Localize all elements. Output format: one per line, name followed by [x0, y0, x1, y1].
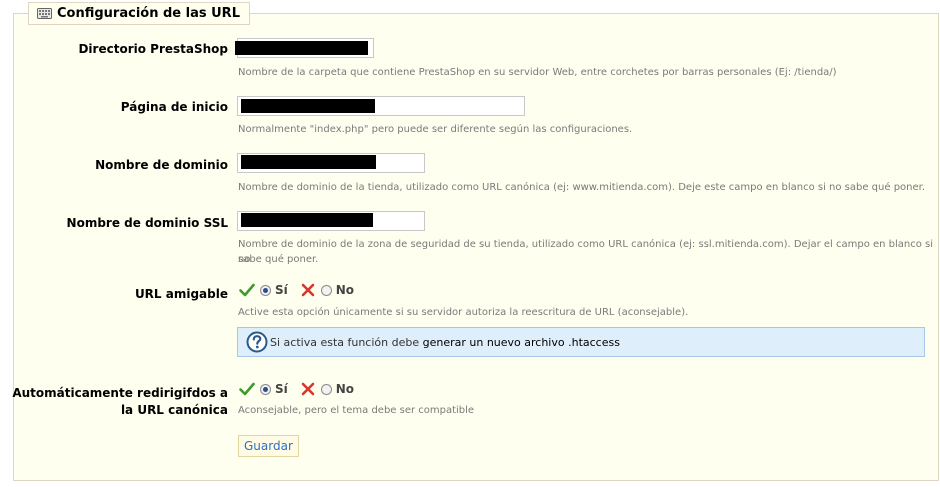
homepage-label: Página de inicio: [120, 100, 228, 114]
check-icon: [239, 283, 255, 297]
fieldset-legend: Configuración de las URL: [28, 2, 250, 25]
help-icon: [246, 331, 268, 353]
cross-icon: [301, 382, 315, 396]
redirect-label-line2: la URL canónica: [120, 403, 228, 417]
ssl-domain-label: Nombre de dominio SSL: [66, 216, 228, 230]
ssl-domain-hint-line2: sabe qué poner.: [238, 254, 319, 265]
redacted-value: [235, 41, 368, 55]
domain-hint: Nombre de dominio de la tienda, utilizad…: [238, 182, 926, 193]
keyboard-icon: [37, 8, 52, 19]
save-button[interactable]: Guardar: [238, 435, 299, 457]
redacted-value: [241, 99, 375, 113]
friendly-url-no-label: No: [335, 283, 355, 297]
redacted-value: [241, 155, 376, 169]
redirect-label-line1: Automáticamente redirigifdos a: [12, 386, 228, 400]
check-icon: [239, 382, 255, 396]
friendly-url-hint: Active esta opción únicamente si su serv…: [238, 307, 689, 318]
info-text: Si activa esta función debe: [270, 335, 423, 349]
directory-label: Directorio PrestaShop: [78, 42, 228, 56]
redirect-yes-label: Sí: [275, 382, 288, 396]
generate-htaccess-link[interactable]: generar un nuevo archivo .htaccess: [423, 336, 620, 349]
redirect-no-radio[interactable]: [320, 383, 332, 395]
legend-title: Configuración de las URL: [57, 6, 240, 21]
htaccess-info-box: Si activa esta función debe generar un n…: [237, 327, 925, 357]
homepage-hint: Normalmente "index.php" pero puede ser d…: [238, 124, 633, 135]
redirect-hint: Aconsejable, pero el tema debe ser compa…: [238, 405, 475, 416]
friendly-url-label: URL amigable: [134, 287, 228, 301]
redirect-no-label: No: [335, 382, 355, 396]
friendly-url-yes-radio[interactable]: [260, 284, 271, 296]
ssl-domain-hint-line1: Nombre de dominio de la zona de segurida…: [238, 239, 934, 265]
friendly-url-yes-label: Sí: [275, 283, 288, 297]
cross-icon: [301, 283, 315, 297]
redirect-options: Sí No: [239, 382, 354, 396]
directory-hint: Nombre de la carpeta que contiene Presta…: [238, 67, 837, 78]
domain-label: Nombre de dominio: [95, 158, 228, 172]
redacted-value: [241, 213, 373, 227]
friendly-url-no-radio[interactable]: [320, 284, 332, 296]
redirect-yes-radio[interactable]: [260, 383, 271, 395]
friendly-url-options: Sí No: [239, 283, 354, 297]
